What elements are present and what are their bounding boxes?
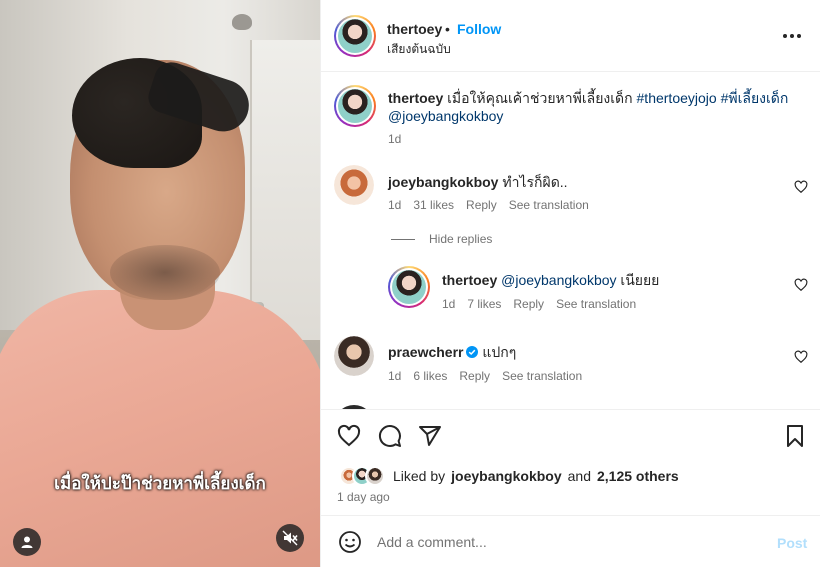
- caption-meta: 1d: [388, 132, 401, 146]
- liked-by-row: Liked by joeybangkokboy and 2,125 others: [339, 466, 679, 486]
- reply-body: เนียยย: [620, 272, 660, 288]
- heart-icon[interactable]: [337, 424, 361, 448]
- comment-time[interactable]: 1d: [388, 369, 401, 383]
- reply-meta: 1d 7 likes Reply See translation: [442, 297, 636, 311]
- comment-input[interactable]: [377, 529, 757, 555]
- save-icon[interactable]: [783, 424, 807, 448]
- tagged-users-button[interactable]: [13, 528, 41, 556]
- comments-list[interactable]: thertoey เมื่อให้คุณเค้าช่วยหาพี่เลี้ยงเ…: [321, 73, 820, 409]
- divider-line: [391, 238, 415, 240]
- reply-text: thertoey @joeybangkokboy เนียยย: [442, 271, 659, 289]
- see-translation-button[interactable]: See translation: [556, 297, 636, 311]
- comment-composer: Post: [321, 517, 820, 567]
- person-beard: [110, 245, 220, 300]
- reply-username[interactable]: thertoey: [442, 272, 497, 288]
- comment-meta: 1d 6 likes Reply See translation: [388, 369, 582, 383]
- mute-button[interactable]: [276, 524, 304, 552]
- hide-replies-label[interactable]: Hide replies: [429, 232, 492, 246]
- commenter-username[interactable]: praewcherr: [388, 344, 463, 360]
- audio-label[interactable]: เสียงต้นฉบับ: [387, 40, 451, 59]
- reply-likes[interactable]: 7 likes: [467, 297, 501, 311]
- comment-likes[interactable]: 31 likes: [413, 198, 454, 212]
- reply-button[interactable]: Reply: [513, 297, 544, 311]
- verified-badge-icon: [466, 346, 479, 358]
- reply-button[interactable]: Reply: [459, 369, 490, 383]
- post-header: thertoey • Follow เสียงต้นฉบับ: [321, 0, 820, 72]
- heart-icon[interactable]: [794, 278, 808, 292]
- comment-body: แปกๆ: [482, 344, 517, 360]
- reply-avatar[interactable]: [388, 266, 430, 308]
- liked-by-and: and: [567, 468, 591, 484]
- post-timestamp[interactable]: 1 day ago: [337, 490, 390, 504]
- mention-link[interactable]: @joeybangkokboy: [388, 108, 503, 124]
- author-avatar[interactable]: [334, 15, 376, 57]
- background-door: [250, 40, 320, 340]
- reply-button[interactable]: Reply: [466, 198, 497, 212]
- comment-text: joeybangkokboy ทำไรก็ผิด..: [388, 173, 568, 191]
- post-panel: thertoey • Follow เสียงต้นฉบับ thertoey …: [320, 0, 820, 567]
- hashtag-link[interactable]: #thertoeyjojo: [637, 90, 717, 106]
- caption-avatar[interactable]: [334, 85, 376, 127]
- author-username[interactable]: thertoey: [387, 21, 442, 37]
- post-media[interactable]: เมื่อให้ปะป๊าช่วยหาพี่เลี้ยงเด็ก: [0, 0, 320, 567]
- hide-replies-toggle[interactable]: Hide replies: [391, 232, 492, 246]
- caption-username[interactable]: thertoey: [388, 90, 443, 106]
- comment-time[interactable]: 1d: [388, 198, 401, 212]
- comment-likes[interactable]: 6 likes: [413, 369, 447, 383]
- liked-by-avatars[interactable]: [339, 466, 387, 486]
- more-options-button[interactable]: [783, 26, 807, 46]
- caption-body: เมื่อให้คุณเค้าช่วยหาพี่เลี้ยงเด็ก: [447, 90, 633, 106]
- comment-icon[interactable]: [378, 424, 402, 448]
- heart-icon[interactable]: [794, 180, 808, 194]
- follow-button[interactable]: Follow: [457, 21, 501, 37]
- liked-by-user[interactable]: joeybangkokboy: [451, 468, 561, 484]
- comment-text: praewcherr แปกๆ: [388, 343, 516, 361]
- person-shirt: [0, 290, 320, 567]
- commenter-avatar[interactable]: [334, 165, 374, 205]
- more-icon: [783, 34, 787, 38]
- share-icon[interactable]: [418, 424, 442, 448]
- video-subtitle: เมื่อให้ปะป๊าช่วยหาพี่เลี้ยงเด็ก: [54, 474, 266, 493]
- commenter-avatar[interactable]: [334, 336, 374, 376]
- comment-body: ทำไรก็ผิด..: [502, 174, 568, 190]
- header-separator: •: [445, 21, 450, 37]
- see-translation-button[interactable]: See translation: [502, 369, 582, 383]
- post-comment-button[interactable]: Post: [777, 535, 807, 551]
- see-translation-button[interactable]: See translation: [509, 198, 589, 212]
- heart-icon[interactable]: [794, 350, 808, 364]
- commenter-username[interactable]: joeybangkokboy: [388, 174, 498, 190]
- post-actions: Liked by joeybangkokboy and 2,125 others…: [321, 409, 820, 516]
- emoji-icon[interactable]: [338, 530, 362, 554]
- comment-meta: 1d 31 likes Reply See translation: [388, 198, 589, 212]
- hashtag-link[interactable]: #พี่เลี้ยงเด็ก: [721, 90, 789, 106]
- mute-icon: [282, 530, 298, 546]
- liked-by-prefix: Liked by: [393, 468, 446, 484]
- user-icon: [21, 536, 33, 548]
- mention-link[interactable]: @joeybangkokboy: [501, 272, 616, 288]
- ceiling-camera: [232, 14, 252, 30]
- caption-time[interactable]: 1d: [388, 132, 401, 146]
- likes-count-link[interactable]: 2,125 others: [597, 468, 679, 484]
- caption-text: thertoey เมื่อให้คุณเค้าช่วยหาพี่เลี้ยงเ…: [388, 89, 798, 125]
- reply-time[interactable]: 1d: [442, 297, 455, 311]
